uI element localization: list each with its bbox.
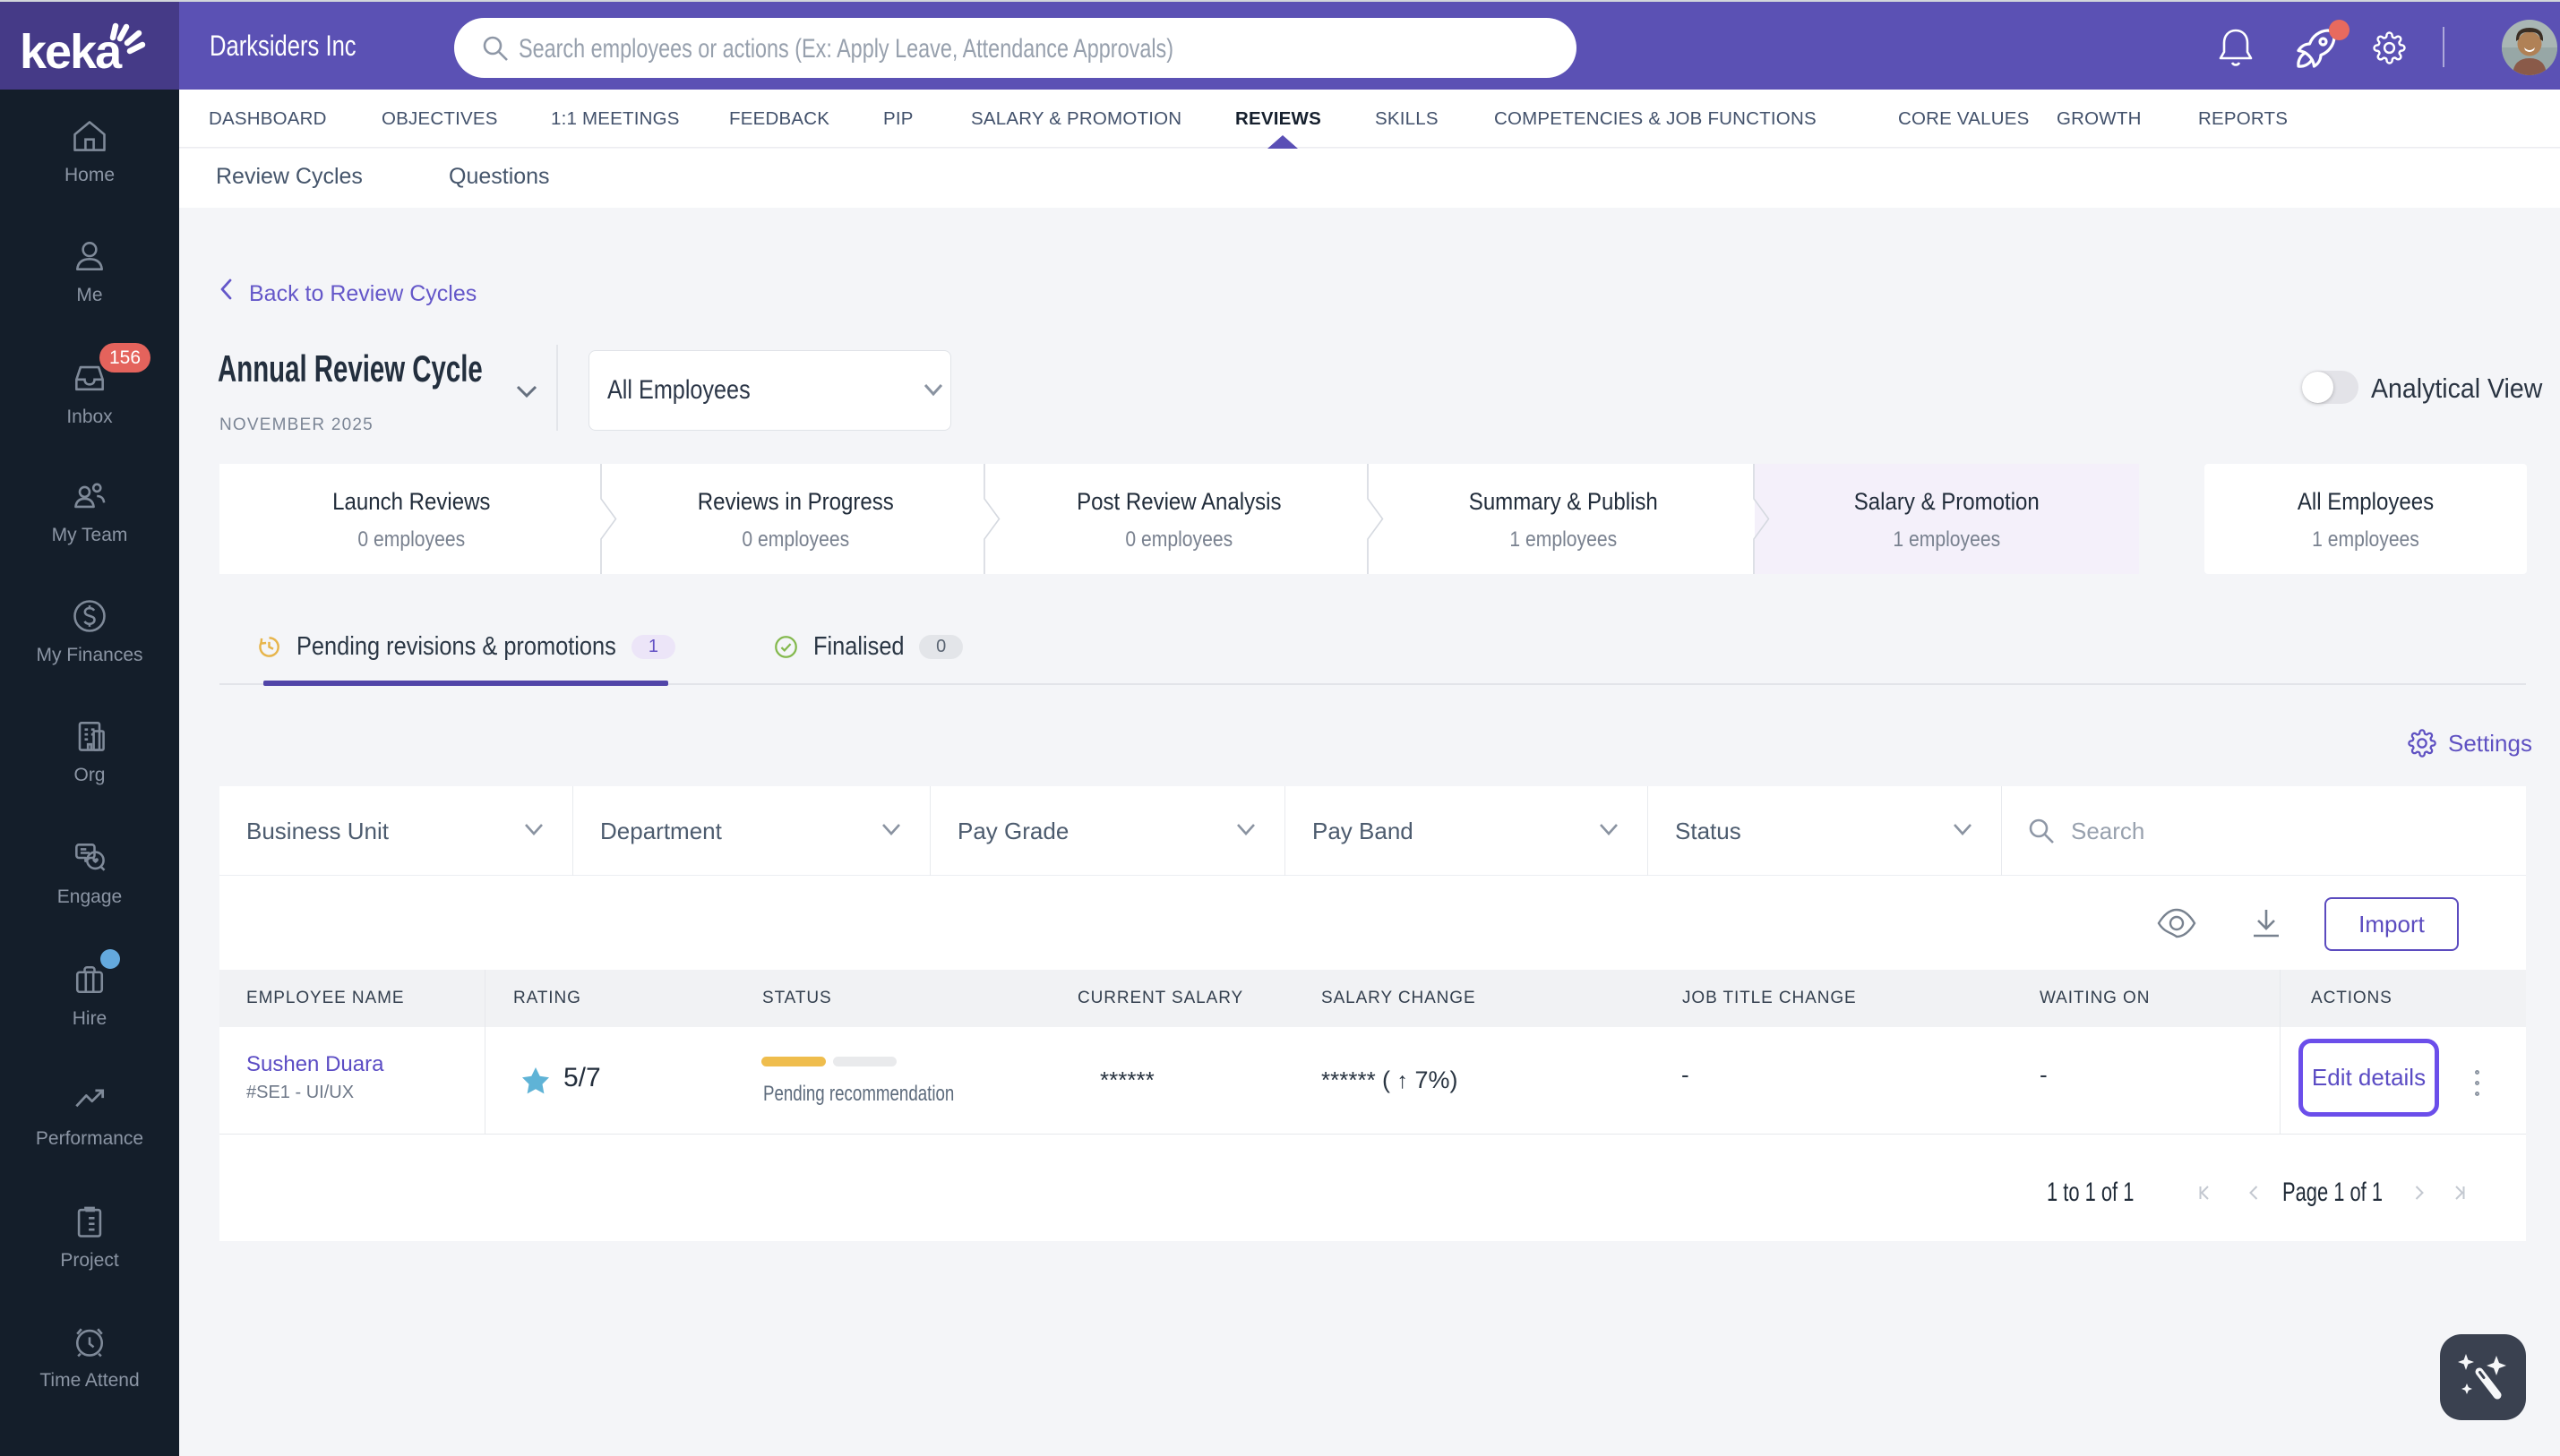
svg-text:keka: keka [20,25,123,79]
